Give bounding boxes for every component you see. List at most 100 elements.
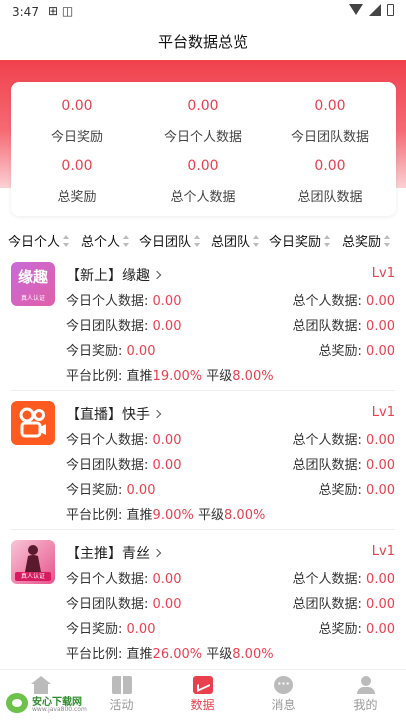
direct-label: 直推	[126, 647, 153, 662]
direct-value: 9.00%	[152, 508, 194, 523]
sort-arrows-icon	[384, 235, 391, 247]
today-personal-row: 今日个人数据: 0.00	[66, 290, 181, 309]
sort-arrows-icon	[324, 235, 331, 247]
row-label: 总奖励:	[318, 483, 362, 498]
logo-subtext: 真人认证	[15, 572, 51, 581]
platform-title[interactable]: 【主推】青丝	[66, 543, 162, 563]
peer-label: 平级	[206, 369, 233, 384]
row-value: 0.00	[126, 483, 156, 498]
summary-today-team: 0.00 今日团队数据	[266, 98, 394, 145]
sort-label: 今日团队	[139, 235, 192, 250]
row-value: 0.00	[152, 458, 182, 473]
row-value: 0.00	[366, 344, 395, 359]
sort-arrows-icon	[253, 235, 260, 247]
summary-label: 总团队数据	[297, 190, 363, 205]
row-label: 总奖励:	[318, 622, 362, 637]
row-label: 今日奖励:	[66, 344, 123, 359]
sort-label: 今日奖励	[269, 235, 322, 250]
summary-total-personal: 0.00 总个人数据	[139, 158, 267, 205]
tab-messages[interactable]: 消息	[243, 670, 324, 721]
row-value: 0.00	[366, 622, 395, 637]
summary-value: 0.00	[187, 158, 219, 174]
platform-title[interactable]: 【新上】缘趣	[66, 265, 162, 285]
row-label: 总奖励:	[318, 344, 362, 359]
chart-icon	[192, 676, 213, 694]
row-value: 0.00	[366, 597, 395, 612]
summary-value: 0.00	[61, 98, 93, 114]
platform-title-text: 【主推】青丝	[66, 546, 150, 562]
platform-card[interactable]: 【直播】快手 Lv1 今日个人数据: 0.00 总个人数据: 0.00 今日团队…	[0, 391, 406, 530]
platform-card[interactable]: 缘趣 真人认证 【新上】缘趣 Lv1 今日个人数据: 0.00 总个人数据: 0…	[0, 252, 406, 391]
summary-total-team: 0.00 总团队数据	[266, 158, 394, 205]
today-reward-row: 今日奖励: 0.00	[66, 340, 155, 359]
summary-value: 0.00	[314, 158, 346, 174]
row-label: 平台比例:	[66, 508, 123, 523]
today-personal-row: 今日个人数据: 0.00	[66, 429, 181, 448]
status-right-icons	[349, 4, 394, 16]
sort-today-personal[interactable]: 今日个人	[8, 231, 70, 250]
status-time: 3:47	[12, 5, 39, 19]
row-label: 今日团队数据:	[66, 319, 149, 334]
tab-label: 数据	[190, 698, 215, 712]
chevron-right-icon	[152, 548, 162, 558]
row-value: 0.00	[152, 572, 182, 587]
sort-total-team[interactable]: 总团队	[211, 231, 260, 250]
sort-total-reward[interactable]: 总奖励	[342, 231, 391, 250]
summary-value: 0.00	[61, 158, 93, 174]
tab-data[interactable]: 数据	[162, 670, 243, 721]
row-value: 0.00	[366, 483, 395, 498]
sort-today-team[interactable]: 今日团队	[139, 231, 201, 250]
row-value: 0.00	[152, 319, 182, 334]
total-reward-row: 总奖励: 0.00	[319, 479, 395, 498]
today-team-row: 今日团队数据: 0.00	[66, 454, 181, 473]
row-value: 0.00	[366, 458, 395, 473]
row-label: 今日团队数据:	[66, 458, 149, 473]
sort-label: 总团队	[211, 235, 251, 250]
row-label: 总团队数据:	[292, 597, 362, 612]
status-bar: 3:47 ⊞ ◫	[0, 0, 406, 24]
sort-total-personal[interactable]: 总个人	[81, 231, 130, 250]
sort-label: 今日个人	[8, 235, 61, 250]
row-label: 今日个人数据:	[66, 433, 149, 448]
row-label: 总个人数据:	[292, 572, 362, 587]
row-value: 0.00	[366, 433, 395, 448]
tab-label: 我的	[353, 698, 378, 712]
row-label: 今日个人数据:	[66, 294, 149, 309]
platform-logo: 缘趣 真人认证	[11, 262, 55, 306]
today-reward-row: 今日奖励: 0.00	[66, 618, 155, 637]
total-personal-row: 总个人数据: 0.00	[293, 429, 395, 448]
summary-today-personal: 0.00 今日个人数据	[139, 98, 267, 145]
level-badge: Lv1	[371, 405, 395, 420]
row-label: 总个人数据:	[292, 433, 362, 448]
row-label: 总团队数据:	[292, 458, 362, 473]
summary-value: 0.00	[314, 98, 346, 114]
row-label: 今日奖励:	[66, 622, 123, 637]
peer-label: 平级	[198, 508, 225, 523]
sort-bar: 今日个人 总个人 今日团队 总团队 今日奖励 总奖励	[0, 228, 406, 252]
platform-card[interactable]: 真人认证 【主推】青丝 Lv1 今日个人数据: 0.00 总个人数据: 0.00…	[0, 530, 406, 669]
sort-label: 总个人	[81, 235, 121, 250]
total-reward-row: 总奖励: 0.00	[319, 618, 395, 637]
peer-value: 8.00%	[232, 647, 274, 662]
sort-arrows-icon	[63, 235, 70, 247]
sort-label: 总奖励	[342, 235, 382, 250]
total-personal-row: 总个人数据: 0.00	[293, 290, 395, 309]
platform-title-text: 【新上】缘趣	[66, 268, 150, 284]
row-value: 0.00	[152, 294, 182, 309]
platform-title[interactable]: 【直播】快手	[66, 404, 162, 424]
tab-mine[interactable]: 我的	[325, 670, 406, 721]
direct-label: 直推	[126, 369, 153, 384]
kuaishou-logo-icon	[19, 407, 46, 438]
summary-today-reward: 0.00 今日奖励	[13, 98, 141, 145]
tab-label: 消息	[271, 698, 296, 712]
row-label: 今日团队数据:	[66, 597, 149, 612]
summary-label: 总个人数据	[170, 190, 236, 205]
chevron-right-icon	[152, 409, 162, 419]
sort-today-reward[interactable]: 今日奖励	[269, 231, 331, 250]
total-reward-row: 总奖励: 0.00	[319, 340, 395, 359]
today-team-row: 今日团队数据: 0.00	[66, 315, 181, 334]
platform-logo: 真人认证	[11, 540, 55, 584]
summary-label: 今日团队数据	[290, 130, 369, 145]
summary-card: 0.00 今日奖励 0.00 今日个人数据 0.00 今日团队数据 0.00 总…	[11, 82, 396, 216]
chevron-right-icon	[152, 270, 162, 280]
